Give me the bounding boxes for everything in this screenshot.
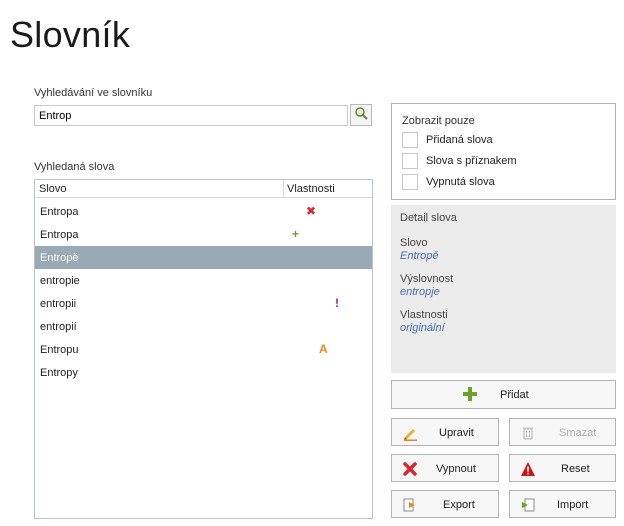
search-icon [354,106,368,125]
results-list[interactable]: Slovo Vlastnosti Entropa ✖ Entropa + Entropě… [34,179,373,519]
delete-button[interactable]: Smazat [509,418,616,446]
remove-icon: ✖ [306,204,317,218]
list-item-word: entropie [40,275,80,287]
remove-icon [402,461,418,477]
list-item-word: Entropy [40,367,78,379]
checkbox-label: Slova s příznakem [426,155,517,167]
list-item[interactable]: Entropa + [35,223,372,246]
trash-icon [520,425,536,441]
list-item[interactable]: Entropu A [35,338,372,361]
reset-button[interactable]: Reset [509,454,616,482]
list-item-word: Entropu [40,344,79,356]
list-item[interactable]: Entropy [35,361,372,384]
word-detail-panel: Detail slova Slovo Entropě Výslovnost en… [391,205,616,373]
add-button-label: Přidat [500,389,529,401]
list-item[interactable]: entropii! [35,292,372,315]
search-input[interactable] [34,105,348,126]
warning-icon [520,461,536,477]
checkbox[interactable] [402,132,418,148]
list-item-word: Entropa [40,206,79,218]
export-icon [402,497,418,513]
filter-flagged-words[interactable]: Slova s příznakem [402,152,516,170]
delete-button-label: Smazat [559,427,597,439]
flag-icon: ! [335,296,339,310]
detail-properties-value: originální [400,322,445,334]
disable-button-label: Vypnout [436,463,476,475]
filter-disabled-words[interactable]: Vypnutá slova [402,173,495,191]
detail-pronunciation-value: entropje [400,286,440,298]
export-button[interactable]: Export [391,490,499,518]
disable-button[interactable]: Vypnout [391,454,499,482]
edit-button[interactable]: Upravit [391,418,499,446]
list-item-word: Entropa [40,229,79,241]
add-icon: + [292,227,300,241]
add-button[interactable]: Přidat [391,380,616,409]
search-label: Vyhledávání ve slovníku [34,87,153,99]
list-item[interactable]: Entropa ✖ [35,200,372,223]
export-button-label: Export [443,499,475,511]
list-item-word: entropií [40,321,77,333]
plus-icon [462,386,478,402]
column-header-word[interactable]: Slovo [39,183,67,195]
list-item[interactable]: Entropě [35,246,372,269]
detail-properties-label: Vlastnosti [400,309,448,321]
pronunciation-icon: A [319,342,328,356]
reset-button-label: Reset [561,463,590,475]
pencil-icon [402,425,418,441]
detail-pronunciation-label: Výslovnost [400,273,454,285]
checkbox[interactable] [402,153,418,169]
detail-word-value: Entropě [400,250,439,262]
filter-panel: Zobrazit pouze Přidaná slova Slova s pří… [391,103,616,200]
list-item-word: Entropě [40,252,79,264]
edit-button-label: Upravit [439,427,474,439]
filter-added-words[interactable]: Přidaná slova [402,131,493,149]
checkbox-label: Vypnutá slova [426,176,495,188]
list-header: Slovo Vlastnosti [35,180,372,198]
checkbox-label: Přidaná slova [426,134,493,146]
column-header-properties[interactable]: Vlastnosti [287,183,335,195]
import-button-label: Import [557,499,589,511]
page-title: Slovník [10,14,131,55]
checkbox[interactable] [402,174,418,190]
results-label: Vyhledaná slova [34,161,115,173]
detail-word-label: Slovo [400,237,428,249]
detail-caption: Detail slova [400,212,457,224]
filter-caption: Zobrazit pouze [402,115,475,127]
list-item-word: entropii [40,298,77,310]
list-item[interactable]: entropií [35,315,372,338]
import-icon [520,497,536,513]
list-item[interactable]: entropie [35,269,372,292]
search-button[interactable] [350,104,372,126]
import-button[interactable]: Import [509,490,616,518]
